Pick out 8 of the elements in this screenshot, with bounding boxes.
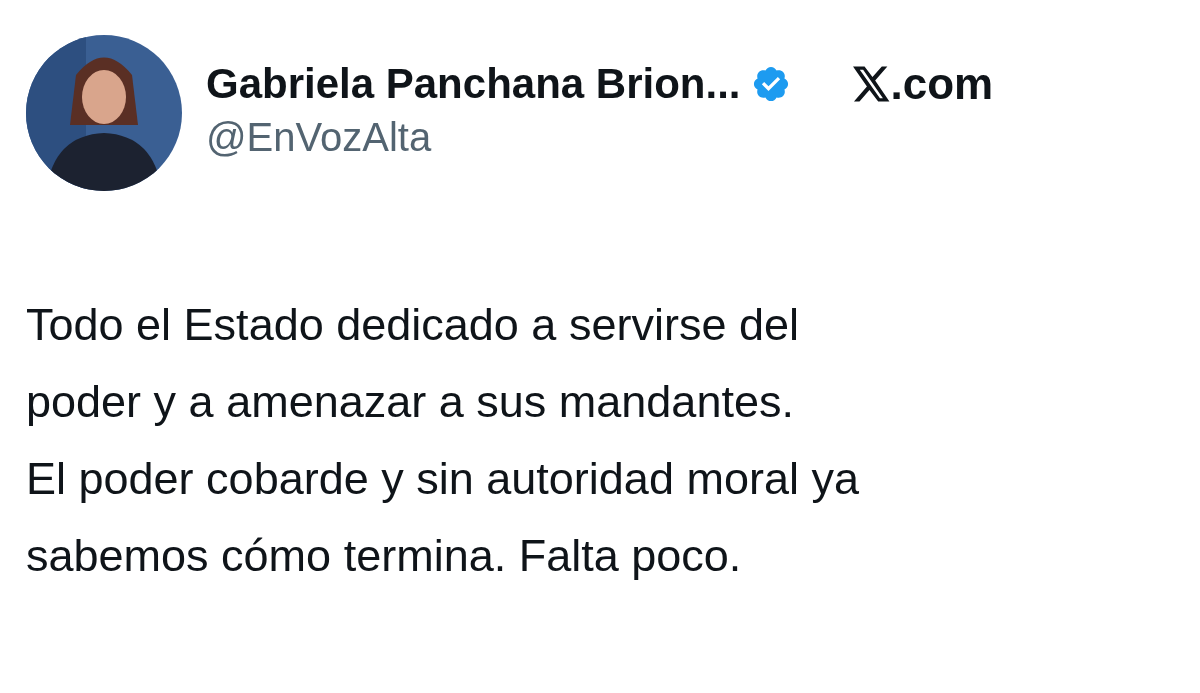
site-domain: .com <box>890 58 994 109</box>
post-text-line: sabemos cómo termina. Falta poco. <box>26 529 742 583</box>
post-text-line: poder y a amenazar a sus mandantes. <box>26 375 794 429</box>
author-handle[interactable]: @EnVozAlta <box>206 114 994 160</box>
post-text-line: Todo el Estado dedicado a servirse del <box>26 298 799 352</box>
x-logo-icon <box>852 65 891 102</box>
post-text-line: El poder cobarde y sin autoridad moral ya <box>26 452 859 506</box>
author-name[interactable]: Gabriela Panchana Brion... <box>206 59 741 108</box>
